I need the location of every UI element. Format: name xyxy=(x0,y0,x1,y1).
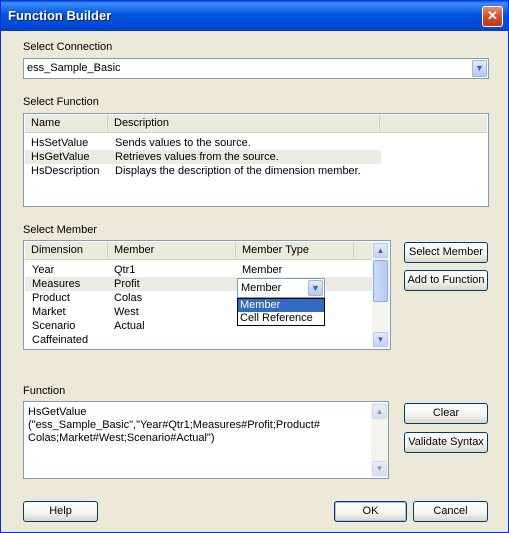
member-grid-header: Dimension Member Member Type xyxy=(25,242,373,260)
dimension-cell: Year xyxy=(32,264,55,276)
function-name: HsSetValue xyxy=(31,137,89,149)
chevron-down-icon[interactable]: ▼ xyxy=(472,60,487,77)
arrow-up-icon[interactable]: ▲ xyxy=(372,404,387,419)
function-builder-window: Function Builder ✕ Select Connection ess… xyxy=(0,0,509,533)
add-to-function-button[interactable]: Add to Function xyxy=(404,270,488,291)
function-box-label: Function xyxy=(23,385,66,397)
function-name: HsGetValue xyxy=(31,151,90,163)
member-cell: Qtr1 xyxy=(114,264,136,276)
member-cell: Profit xyxy=(114,278,140,290)
function-text: HsGetValue ("ess_Sample_Basic","Year#Qtr… xyxy=(28,406,320,445)
dimension-cell: Product xyxy=(32,292,70,304)
member-type-cell: Member xyxy=(242,264,283,276)
connection-select[interactable]: ess_Sample_Basic ▼ xyxy=(23,58,489,79)
close-icon: ✕ xyxy=(487,8,498,23)
member-cell: West xyxy=(114,306,139,318)
function-textarea[interactable]: HsGetValue ("ess_Sample_Basic","Year#Qtr… xyxy=(23,401,389,479)
arrow-up-icon[interactable]: ▲ xyxy=(373,243,388,258)
window-title: Function Builder xyxy=(8,8,112,23)
member-cell: Colas xyxy=(114,292,143,304)
column-header-name[interactable]: Name xyxy=(25,115,108,132)
dimension-cell: Measures xyxy=(32,278,81,290)
connection-label: Select Connection xyxy=(23,41,113,53)
arrow-down-icon[interactable]: ▼ xyxy=(373,332,388,347)
help-button[interactable]: Help xyxy=(23,501,98,522)
function-scrollbar[interactable]: ▲ ▼ xyxy=(371,403,388,477)
function-row-selected[interactable]: HsGetValue Retrieves values from the sou… xyxy=(25,150,381,164)
member-grid-scrollbar[interactable]: ▲ ▼ xyxy=(372,242,389,348)
function-description: Retrieves values from the source. xyxy=(115,151,279,163)
member-cell: Actual xyxy=(114,320,145,332)
member-type-select[interactable]: Member ▼ xyxy=(237,278,325,298)
scrollbar-thumb[interactable] xyxy=(373,260,388,302)
function-line: ("ess_Sample_Basic","Year#Qtr1;Measures#… xyxy=(28,419,320,431)
function-list-header: Name Description xyxy=(25,115,487,133)
member-grid[interactable]: Dimension Member Member Type Year Qtr1 M… xyxy=(23,240,391,350)
function-description: Displays the description of the dimensio… xyxy=(115,165,361,177)
function-name: HsDescription xyxy=(31,165,100,177)
arrow-down-icon[interactable]: ▼ xyxy=(372,461,387,476)
column-header-member-type[interactable]: Member Type xyxy=(236,242,354,259)
option-member[interactable]: Member xyxy=(238,299,324,312)
function-description: Sends values to the source. xyxy=(115,137,251,149)
chevron-down-icon[interactable]: ▼ xyxy=(308,280,323,296)
member-row[interactable]: Year Qtr1 Member xyxy=(25,263,373,277)
member-type-value: Member xyxy=(241,282,282,294)
function-list[interactable]: Name Description HsSetValue Sends values… xyxy=(23,113,489,207)
connection-value: ess_Sample_Basic xyxy=(27,62,121,74)
column-header-dimension[interactable]: Dimension xyxy=(25,242,108,259)
column-header-member[interactable]: Member xyxy=(108,242,236,259)
dimension-cell: Scenario xyxy=(32,320,76,332)
select-member-button[interactable]: Select Member xyxy=(404,242,488,263)
member-type-dropdown: Member Cell Reference xyxy=(237,298,325,326)
clear-button[interactable]: Clear xyxy=(404,403,488,424)
dimension-cell: Market xyxy=(32,306,66,318)
dimension-cell: Caffeinated xyxy=(32,334,89,346)
ok-button[interactable]: OK xyxy=(334,501,407,522)
column-header-description[interactable]: Description xyxy=(108,115,380,132)
close-button[interactable]: ✕ xyxy=(482,6,503,27)
function-row[interactable]: HsSetValue Sends values to the source. xyxy=(25,136,381,150)
validate-syntax-button[interactable]: Validate Syntax xyxy=(404,432,488,453)
member-grid-label: Select Member xyxy=(23,224,97,236)
function-list-label: Select Function xyxy=(23,96,99,108)
title-bar[interactable]: Function Builder ✕ xyxy=(1,1,508,31)
member-row[interactable]: Caffeinated xyxy=(25,333,373,347)
function-row[interactable]: HsDescription Displays the description o… xyxy=(25,164,381,178)
function-line: HsGetValue xyxy=(28,406,87,418)
option-cell-reference[interactable]: Cell Reference xyxy=(238,312,324,325)
function-line: Colas;Market#West;Scenario#Actual") xyxy=(28,432,215,444)
cancel-button[interactable]: Cancel xyxy=(413,501,488,522)
